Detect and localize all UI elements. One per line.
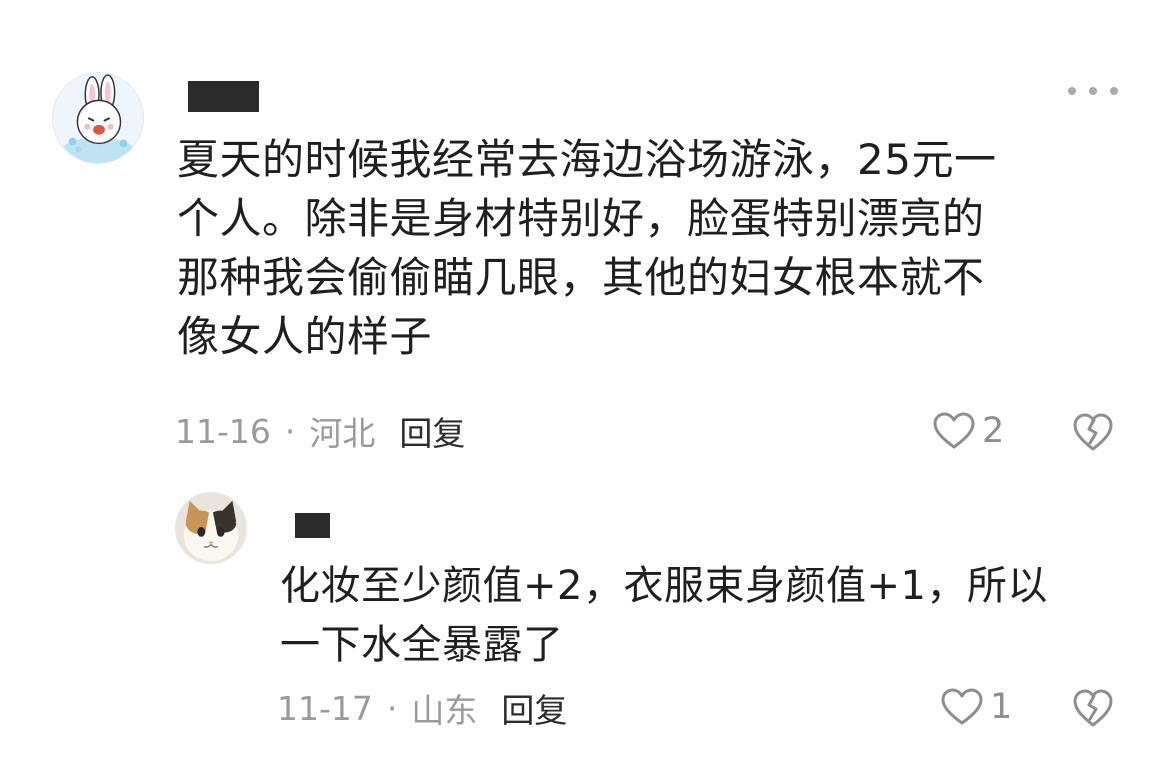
reply-like-button[interactable]: 1 [940, 683, 1012, 731]
more-dot-icon [1089, 87, 1097, 95]
heart-icon [933, 412, 975, 449]
more-dot-icon [1068, 87, 1076, 95]
reply-username-redacted[interactable] [295, 513, 330, 538]
comment-body: 夏天的时候我经常去海边浴场游泳，25元一 个人。除非是身材特别好，脸蛋特别漂亮的… [177, 135, 997, 361]
comment-location: 河北 [309, 414, 376, 453]
reply-like-count: 1 [990, 687, 1013, 727]
reply-body: 化妆至少颜值+2，衣服束身颜值+1，所以 一下水全暴露了 [280, 563, 1048, 668]
reply-button[interactable]: 回复 [501, 684, 567, 732]
meta-separator: · [386, 688, 398, 728]
more-dot-icon [1110, 87, 1118, 95]
meta-separator: · [284, 411, 296, 451]
heart-icon [941, 688, 983, 725]
reply-user-avatar[interactable] [175, 492, 247, 564]
like-count: 2 [982, 411, 1005, 451]
reply-meta: 11-17 · 山东 回复 [277, 685, 567, 731]
user-avatar[interactable] [52, 72, 144, 164]
reply-button[interactable]: 回复 [399, 407, 465, 455]
broken-heart-icon[interactable] [1071, 686, 1115, 730]
username-redacted[interactable] [188, 81, 259, 112]
comment-meta: 11-16 · 河北 回复 [175, 408, 465, 454]
comment-date: 11-16 [175, 411, 271, 451]
like-button[interactable]: 2 [932, 407, 1004, 455]
cat-avatar-icon [176, 493, 246, 563]
bunny-avatar-icon [53, 73, 143, 163]
more-options-button[interactable] [1068, 79, 1118, 103]
reply-location: 山东 [411, 691, 478, 730]
reply-date: 11-17 [277, 688, 373, 728]
broken-heart-icon[interactable] [1071, 410, 1115, 454]
